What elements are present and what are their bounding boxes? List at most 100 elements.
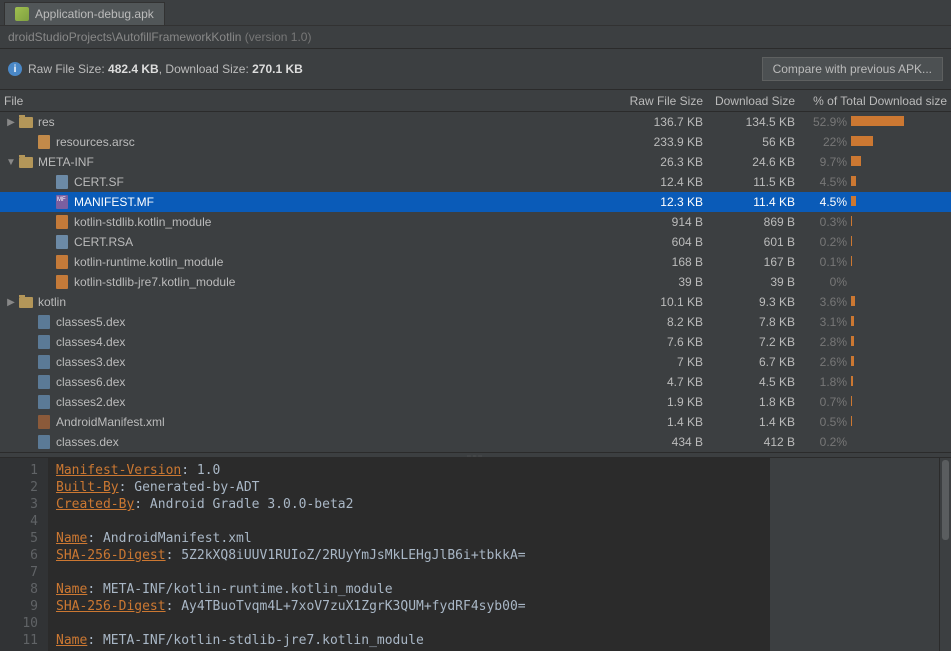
percent-bar	[851, 436, 951, 448]
code-line[interactable]	[56, 564, 761, 581]
percent: 2.6%	[803, 355, 851, 369]
table-row[interactable]: classes2.dex1.9 KB1.8 KB0.7%	[0, 392, 951, 412]
table-row[interactable]: classes.dex434 B412 B0.2%	[0, 432, 951, 452]
download-size: 9.3 KB	[713, 295, 803, 309]
dex-file-icon	[36, 355, 52, 369]
table-header: File Raw File Size Download Size % of To…	[0, 90, 951, 112]
percent-bar	[851, 276, 951, 288]
file-name: CERT.SF	[74, 175, 583, 189]
table-row[interactable]: classes4.dex7.6 KB7.2 KB2.8%	[0, 332, 951, 352]
file-name: classes6.dex	[56, 375, 583, 389]
code-line[interactable]: Built-By: Generated-by-ADT	[56, 479, 761, 496]
percent-bar	[851, 176, 951, 188]
code-line[interactable]	[56, 615, 761, 632]
table-row[interactable]: kotlin-stdlib-jre7.kotlin_module39 B39 B…	[0, 272, 951, 292]
raw-size: 8.2 KB	[583, 315, 713, 329]
chevron-right-icon[interactable]: ▶	[4, 117, 18, 128]
table-row[interactable]: kotlin-stdlib.kotlin_module914 B869 B0.3…	[0, 212, 951, 232]
code-line[interactable]: Created-By: Android Gradle 3.0.0-beta2	[56, 496, 761, 513]
manifest-file-icon	[54, 195, 70, 209]
table-row[interactable]: CERT.RSA604 B601 B0.2%	[0, 232, 951, 252]
folder-icon	[18, 155, 34, 169]
download-size: 7.2 KB	[713, 335, 803, 349]
percent-bar	[851, 296, 951, 308]
percent: 4.5%	[803, 175, 851, 189]
percent: 9.7%	[803, 155, 851, 169]
percent-bar	[851, 196, 951, 208]
compare-button[interactable]: Compare with previous APK...	[762, 57, 943, 81]
table-row[interactable]: classes3.dex7 KB6.7 KB2.6%	[0, 352, 951, 372]
percent-bar	[851, 356, 951, 368]
table-row[interactable]: ▶kotlin10.1 KB9.3 KB3.6%	[0, 292, 951, 312]
raw-size: 12.4 KB	[583, 175, 713, 189]
arsc-file-icon	[36, 135, 52, 149]
file-icon	[54, 175, 70, 189]
code-line[interactable]: SHA-256-Digest: Ay4TBuoTvqm4L+7xoV7zuX1Z…	[56, 598, 761, 615]
line-number: 11	[8, 632, 38, 649]
raw-size: 10.1 KB	[583, 295, 713, 309]
header-pct[interactable]: % of Total Download size	[803, 94, 951, 108]
file-name: kotlin-stdlib-jre7.kotlin_module	[74, 275, 583, 289]
code-line[interactable]: Name: AndroidManifest.xml	[56, 530, 761, 547]
info-bar: i Raw File Size: 482.4 KB, Download Size…	[0, 49, 951, 90]
table-row[interactable]: ▼META-INF26.3 KB24.6 KB9.7%	[0, 152, 951, 172]
header-dl[interactable]: Download Size	[713, 94, 803, 108]
percent-bar	[851, 336, 951, 348]
line-number: 6	[8, 547, 38, 564]
table-row[interactable]: classes5.dex8.2 KB7.8 KB3.1%	[0, 312, 951, 332]
percent: 4.5%	[803, 195, 851, 209]
breadcrumb-version: (version 1.0)	[245, 30, 312, 44]
download-size: 11.5 KB	[713, 175, 803, 189]
table-row[interactable]: CERT.SF12.4 KB11.5 KB4.5%	[0, 172, 951, 192]
percent: 0.2%	[803, 435, 851, 449]
folder-icon	[18, 295, 34, 309]
download-size: 56 KB	[713, 135, 803, 149]
scrollbar-vertical[interactable]	[939, 458, 951, 651]
file-name: res	[38, 115, 583, 129]
dex-file-icon	[36, 315, 52, 329]
table-row[interactable]: classes6.dex4.7 KB4.5 KB1.8%	[0, 372, 951, 392]
percent-bar	[851, 116, 951, 128]
chevron-right-icon[interactable]: ▶	[4, 297, 18, 308]
file-name: kotlin-stdlib.kotlin_module	[74, 215, 583, 229]
table-row[interactable]: AndroidManifest.xml1.4 KB1.4 KB0.5%	[0, 412, 951, 432]
table-row[interactable]: resources.arsc233.9 KB56 KB22%	[0, 132, 951, 152]
code-area[interactable]: Manifest-Version: 1.0Built-By: Generated…	[48, 458, 769, 651]
line-number: 3	[8, 496, 38, 513]
file-name: classes3.dex	[56, 355, 583, 369]
file-name: classes2.dex	[56, 395, 583, 409]
file-name: kotlin-runtime.kotlin_module	[74, 255, 583, 269]
code-line[interactable]: Name: META-INF/kotlin-stdlib-jre7.kotlin…	[56, 632, 761, 649]
code-line[interactable]: SHA-256-Digest: 5Z2kXQ8iUUV1RUIoZ/2RUyYm…	[56, 547, 761, 564]
header-raw[interactable]: Raw File Size	[583, 94, 713, 108]
line-number: 8	[8, 581, 38, 598]
chevron-down-icon[interactable]: ▼	[4, 157, 18, 168]
percent: 3.6%	[803, 295, 851, 309]
percent: 0%	[803, 275, 851, 289]
file-tree[interactable]: ▶res136.7 KB134.5 KB52.9%resources.arsc2…	[0, 112, 951, 452]
percent-bar	[851, 156, 951, 168]
download-size: 24.6 KB	[713, 155, 803, 169]
header-file[interactable]: File	[0, 94, 583, 108]
raw-size: 12.3 KB	[583, 195, 713, 209]
kotlin-module-icon	[54, 275, 70, 289]
table-row[interactable]: MANIFEST.MF12.3 KB11.4 KB4.5%	[0, 192, 951, 212]
percent: 22%	[803, 135, 851, 149]
editor: 1234567891011 Manifest-Version: 1.0Built…	[0, 458, 951, 651]
table-row[interactable]: ▶res136.7 KB134.5 KB52.9%	[0, 112, 951, 132]
line-number: 1	[8, 462, 38, 479]
file-name: MANIFEST.MF	[74, 195, 583, 209]
table-row[interactable]: kotlin-runtime.kotlin_module168 B167 B0.…	[0, 252, 951, 272]
download-size: 39 B	[713, 275, 803, 289]
gutter: 1234567891011	[0, 458, 48, 651]
editor-right-panel	[769, 458, 939, 651]
code-line[interactable]: Manifest-Version: 1.0	[56, 462, 761, 479]
download-size: 11.4 KB	[713, 195, 803, 209]
code-line[interactable]	[56, 513, 761, 530]
tab-apk[interactable]: Application-debug.apk	[4, 2, 165, 25]
code-line[interactable]: Name: META-INF/kotlin-runtime.kotlin_mod…	[56, 581, 761, 598]
download-size: 1.4 KB	[713, 415, 803, 429]
percent: 0.2%	[803, 235, 851, 249]
line-number: 5	[8, 530, 38, 547]
file-name: classes4.dex	[56, 335, 583, 349]
